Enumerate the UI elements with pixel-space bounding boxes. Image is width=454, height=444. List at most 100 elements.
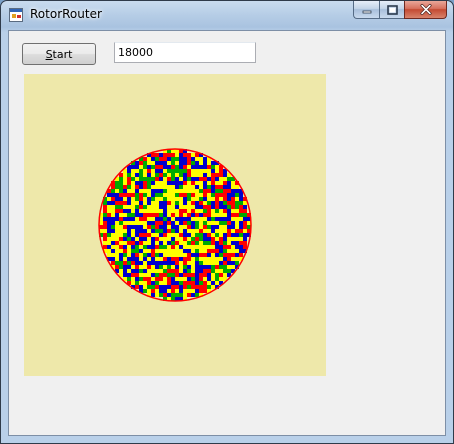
rotor-cell bbox=[163, 193, 167, 197]
rotor-cell bbox=[143, 273, 147, 277]
rotor-cell bbox=[195, 205, 199, 209]
rotor-cell bbox=[127, 241, 131, 245]
iterations-input[interactable] bbox=[114, 42, 256, 63]
rotor-cell bbox=[195, 177, 199, 181]
rotor-cell bbox=[167, 197, 171, 201]
rotor-cell bbox=[243, 209, 247, 213]
rotor-cell bbox=[119, 233, 123, 237]
rotor-cell bbox=[171, 177, 175, 181]
rotor-cell bbox=[135, 285, 139, 289]
rotor-cell bbox=[175, 241, 179, 245]
rotor-cell bbox=[179, 245, 183, 249]
rotor-cell bbox=[179, 165, 183, 169]
rotor-cell bbox=[147, 217, 151, 221]
rotor-cell bbox=[211, 257, 215, 261]
rotor-cell bbox=[155, 233, 159, 237]
rotor-cell bbox=[119, 257, 123, 261]
rotor-cell bbox=[167, 249, 171, 253]
rotor-cell bbox=[163, 249, 167, 253]
rotor-cell bbox=[187, 161, 191, 165]
maximize-button[interactable] bbox=[379, 1, 404, 19]
rotor-cell bbox=[219, 265, 223, 269]
rotor-cell bbox=[151, 181, 155, 185]
rotor-cell bbox=[155, 153, 159, 157]
rotor-cell bbox=[135, 225, 139, 229]
rotor-cell bbox=[119, 249, 123, 253]
rotor-cell bbox=[163, 261, 167, 265]
rotor-cell bbox=[243, 241, 247, 245]
rotor-cell bbox=[175, 257, 179, 261]
rotor-cell bbox=[243, 233, 247, 237]
rotor-cell bbox=[211, 273, 215, 277]
rotor-cell bbox=[139, 273, 143, 277]
rotor-cell bbox=[239, 209, 243, 213]
rotor-cell bbox=[207, 233, 211, 237]
rotor-cell bbox=[127, 245, 131, 249]
rotor-cell bbox=[143, 197, 147, 201]
rotor-cell bbox=[215, 221, 219, 225]
rotor-cell bbox=[163, 253, 167, 257]
rotor-cell bbox=[211, 205, 215, 209]
rotor-cell bbox=[135, 249, 139, 253]
title-bar[interactable]: RotorRouter bbox=[1, 1, 453, 31]
rotor-cell bbox=[103, 233, 107, 237]
rotor-cell bbox=[199, 253, 203, 257]
rotor-cell bbox=[123, 173, 127, 177]
minimize-button[interactable] bbox=[353, 1, 379, 19]
rotor-cell bbox=[159, 237, 163, 241]
rotor-cell bbox=[199, 185, 203, 189]
rotor-cell bbox=[111, 205, 115, 209]
rotor-cell bbox=[211, 177, 215, 181]
rotor-cell bbox=[179, 153, 183, 157]
rotor-cell bbox=[127, 217, 131, 221]
rotor-cell bbox=[231, 193, 235, 197]
rotor-cell bbox=[163, 217, 167, 221]
rotor-cell bbox=[127, 173, 131, 177]
rotor-cell bbox=[179, 213, 183, 217]
rotor-cell bbox=[171, 293, 175, 297]
rotor-cell bbox=[139, 177, 143, 181]
rotor-cell bbox=[179, 249, 183, 253]
rotor-cell bbox=[107, 253, 111, 257]
rotor-cell bbox=[171, 181, 175, 185]
rotor-cell bbox=[131, 193, 135, 197]
rotor-cell bbox=[167, 173, 171, 177]
rotor-cell bbox=[215, 193, 219, 197]
rotor-cell bbox=[199, 245, 203, 249]
rotor-cell bbox=[107, 221, 111, 225]
rotor-cell bbox=[111, 257, 115, 261]
rotor-cell bbox=[155, 213, 159, 217]
rotor-cell bbox=[183, 173, 187, 177]
rotor-cell bbox=[111, 217, 115, 221]
close-button[interactable] bbox=[404, 1, 447, 19]
rotor-cell bbox=[187, 241, 191, 245]
rotor-cell bbox=[227, 249, 231, 253]
rotor-cell bbox=[111, 229, 115, 233]
rotor-cell bbox=[211, 221, 215, 225]
start-button[interactable]: Start bbox=[22, 43, 96, 65]
rotor-cell bbox=[147, 253, 151, 257]
rotor-cell bbox=[239, 193, 243, 197]
rotor-cell bbox=[219, 217, 223, 221]
rotor-cell bbox=[183, 205, 187, 209]
rotor-cell bbox=[191, 189, 195, 193]
rotor-cell bbox=[159, 213, 163, 217]
rotor-cell bbox=[187, 169, 191, 173]
rotor-cell bbox=[159, 157, 163, 161]
rotor-cell bbox=[111, 221, 115, 225]
rotor-cell bbox=[239, 249, 243, 253]
rotor-cell bbox=[127, 201, 131, 205]
rotor-cell bbox=[123, 261, 127, 265]
rotor-cell bbox=[207, 245, 211, 249]
rotor-cell bbox=[151, 169, 155, 173]
rotor-cell bbox=[239, 197, 243, 201]
rotor-cell bbox=[223, 185, 227, 189]
rotor-cell bbox=[155, 185, 159, 189]
rotor-cell bbox=[231, 185, 235, 189]
rotor-cell bbox=[191, 197, 195, 201]
rotor-cell bbox=[223, 177, 227, 181]
rotor-cell bbox=[235, 257, 239, 261]
rotor-cell bbox=[159, 177, 163, 181]
rotor-cell bbox=[127, 209, 131, 213]
rotor-cell bbox=[203, 245, 207, 249]
